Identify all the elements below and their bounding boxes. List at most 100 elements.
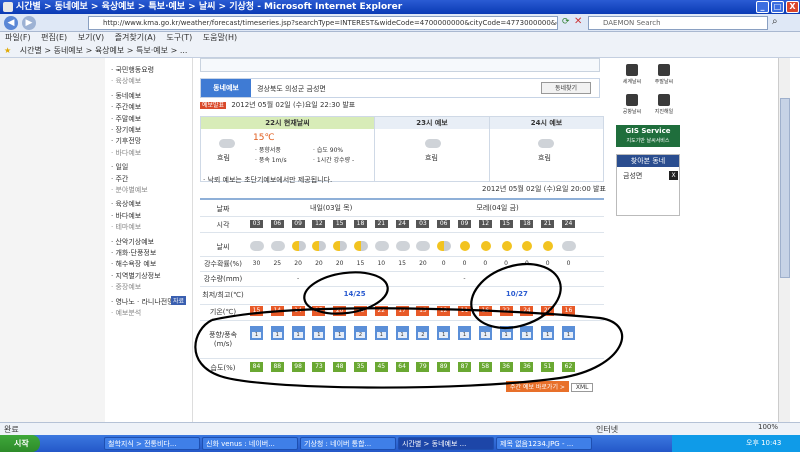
humid-cell: 79	[416, 362, 430, 372]
pop-cell: 10	[377, 260, 386, 267]
sidebar-item[interactable]: · 국민행동요령	[111, 65, 154, 75]
task-item[interactable]: 신화 venus : 네이버...	[202, 437, 298, 450]
weekend-weather-icon[interactable]	[658, 64, 670, 76]
menu-favorites[interactable]: 즐겨찾기(A)	[115, 33, 156, 42]
scrollbar-thumb[interactable]	[780, 98, 790, 278]
temp-cell: 17	[395, 306, 409, 316]
recent-town-item[interactable]: 금성면	[623, 171, 642, 181]
sidebar-item[interactable]: · 주간예보	[111, 102, 141, 112]
precip-row-label: 강수량(mm)	[203, 275, 243, 283]
weekly-forecast-button[interactable]: 주간 예보 바로가기 >	[506, 381, 569, 392]
sidebar-item[interactable]: · 주간	[111, 174, 128, 184]
humidity: · 습도 90%	[313, 147, 344, 154]
maximize-button[interactable]: □	[771, 1, 784, 13]
search-input[interactable]: DAEMON Search	[588, 16, 768, 30]
sidebar-item[interactable]: · 동네예보	[111, 91, 141, 101]
sidebar-item[interactable]: · 주말예보	[111, 114, 141, 124]
menu-tools[interactable]: 도구(T)	[166, 33, 192, 42]
menu-help[interactable]: 도움말(H)	[203, 33, 237, 42]
hour-cell: 15	[499, 220, 513, 228]
pop-cell: 20	[335, 260, 344, 267]
interest-search-strip	[200, 58, 600, 72]
sidebar-item[interactable]: · 산악기상예보	[111, 237, 154, 247]
sidebar-item[interactable]: · 육상예보	[111, 76, 141, 86]
menu-file[interactable]: 파일(F)	[5, 33, 31, 42]
sidebar-item[interactable]: · 개화·단풍정보	[111, 248, 156, 258]
wind-cell: 1	[541, 326, 555, 340]
vertical-scrollbar[interactable]	[778, 58, 790, 422]
sidebar-item[interactable]: · 해수욕장 예보	[111, 259, 156, 269]
task-item[interactable]: 제목 없음1234.JPG - ...	[496, 437, 592, 450]
menu-view[interactable]: 보기(V)	[78, 33, 104, 42]
humid-cell: 73	[312, 362, 326, 372]
weather-row-label: 날씨	[216, 243, 230, 251]
hour-cell: 24	[562, 220, 575, 228]
wind-cell: 1	[437, 326, 451, 340]
hour-row-label: 시각	[216, 221, 230, 229]
temp-cell: 16	[478, 306, 492, 316]
right-column: 세계날씨 주말날씨 공항날씨 지진해일 GIS Service 지도기반 날씨서…	[612, 58, 684, 422]
hour-cell: 21	[541, 220, 555, 228]
zoom-level-text[interactable]: 100%	[758, 423, 778, 431]
airport-weather-icon[interactable]	[626, 94, 638, 106]
sidebar-badge: 자료	[171, 296, 187, 305]
wind-speed-value: 2	[356, 332, 365, 338]
browser-tab[interactable]: 시간별 > 동네예보 > 육상예보 > 특보·예보 > ...	[20, 46, 188, 55]
issue-text: 2012년 05월 02일 (수)요일 22:30 발표	[231, 101, 356, 109]
sidebar-item[interactable]: · 기후전망	[111, 136, 141, 146]
row-divider	[200, 358, 604, 359]
remove-town-button[interactable]: X	[669, 171, 678, 180]
task-item[interactable]: 기상청 : 네이버 통합...	[300, 437, 396, 450]
sidebar-item[interactable]: · 바다예보	[111, 148, 141, 158]
sun-cloud-icon	[291, 241, 306, 251]
system-tray: 오후 10:43	[672, 435, 800, 452]
sidebar-item[interactable]: · 테마예보	[111, 222, 141, 232]
hour-cell: 06	[270, 220, 284, 228]
close-button[interactable]: X	[786, 1, 799, 13]
temp-cell: 15	[416, 306, 430, 316]
sidebar-item[interactable]: · 장기예보	[111, 125, 141, 135]
card-24h-cond: 흐림	[538, 154, 551, 162]
cloud-icon	[270, 241, 285, 251]
search-icon[interactable]: ⌕	[772, 16, 778, 27]
wind-dir: · 풍향서풍	[255, 147, 281, 154]
date-header: 모레(04일 금)	[476, 204, 519, 212]
sidebar-item[interactable]: · 예보분석	[111, 308, 141, 318]
sidebar-item[interactable]: · 지역별기상정보	[111, 271, 161, 281]
pop-cell: 0	[545, 260, 550, 267]
forward-icon[interactable]: ▶	[22, 16, 36, 30]
temp-cell: 24	[520, 306, 534, 316]
earthquake-icon[interactable]	[658, 94, 670, 106]
task-item-active[interactable]: 시간별 > 동네예보 ...	[398, 437, 494, 450]
stop-icon[interactable]: ✕	[574, 16, 582, 27]
sidebar-item[interactable]: · 중장예보	[111, 282, 141, 292]
address-input[interactable]: http://www.kma.go.kr/weather/forecast/ti…	[88, 16, 558, 30]
sidebar-item[interactable]: · 일일	[111, 162, 128, 172]
find-town-button[interactable]: 동네찾기	[541, 82, 591, 94]
sidebar-item[interactable]: · 분야별예보	[111, 185, 148, 195]
pop-cell: 20	[294, 260, 302, 267]
wind-cell: 1	[478, 326, 492, 340]
favorites-star-icon[interactable]: ★	[4, 46, 11, 55]
minimize-button[interactable]: _	[756, 1, 769, 13]
wind-cell: 1	[333, 326, 347, 340]
sun-icon	[460, 241, 470, 251]
issue-time: 예보발표 2012년 05월 02일 (수)요일 22:30 발표	[200, 100, 355, 110]
start-button[interactable]: 시작	[0, 435, 40, 452]
sidebar-item[interactable]: · 육상예보	[111, 199, 141, 209]
refresh-icon[interactable]: ⟳	[562, 17, 570, 27]
lightning-note: · 낙뢰 예보는 초단기예보에서만 제공됩니다.	[203, 176, 333, 184]
task-item[interactable]: 철학지식 > 전통비다...	[104, 437, 200, 450]
wind-speed-value: 2	[418, 332, 428, 338]
humid-cell: 36	[499, 362, 513, 372]
back-icon[interactable]: ◀	[4, 16, 18, 30]
sidebar-item[interactable]: · 바다예보	[111, 211, 141, 221]
sidebar-item[interactable]: · 영나노 · 라니나전망	[111, 297, 174, 307]
menu-edit[interactable]: 편집(E)	[41, 33, 67, 42]
sun-cloud-icon	[312, 241, 327, 251]
row-divider	[200, 286, 604, 287]
xml-button[interactable]: XML	[570, 383, 594, 392]
gis-service-banner[interactable]: GIS Service 지도기반 날씨서비스	[616, 125, 680, 147]
world-weather-icon[interactable]	[626, 64, 638, 76]
pop-row-label: 강수확률(%)	[204, 260, 242, 268]
